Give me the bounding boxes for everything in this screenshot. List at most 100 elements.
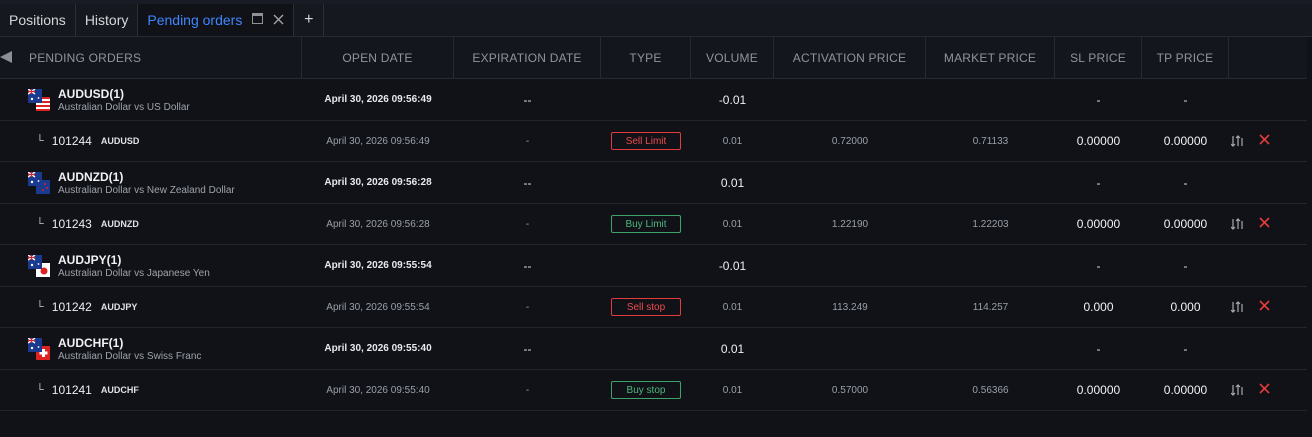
cancel-order-icon[interactable] bbox=[1259, 382, 1270, 398]
group-sl: - bbox=[1096, 258, 1101, 273]
group-volume: 0.01 bbox=[720, 341, 745, 356]
group-open-date: April 30, 2026 09:55:40 bbox=[324, 343, 432, 354]
col-header-open-date[interactable]: OPEN DATE bbox=[302, 37, 454, 78]
group-expiration: -- bbox=[523, 175, 532, 190]
group-volume: -0.01 bbox=[718, 92, 747, 107]
cancel-order-icon[interactable] bbox=[1259, 133, 1270, 149]
order-sl-price[interactable]: 0.00000 bbox=[1077, 134, 1120, 148]
add-tab-button[interactable]: + bbox=[294, 4, 325, 36]
order-activation-price: 1.22190 bbox=[831, 218, 869, 230]
order-symbol: AUDJPY bbox=[100, 302, 138, 312]
tab-history[interactable]: History bbox=[76, 4, 139, 36]
col-header-tp-price[interactable]: TP PRICE bbox=[1142, 37, 1229, 78]
order-sl-price[interactable]: 0.00000 bbox=[1077, 217, 1120, 231]
order-tp-price[interactable]: 0.00000 bbox=[1164, 217, 1207, 231]
group-tp: - bbox=[1183, 175, 1188, 190]
order-row[interactable]: └ 101243 AUDNZD April 30, 2026 09:56:28 - Buy… bbox=[0, 204, 1307, 245]
window-icon[interactable] bbox=[252, 13, 264, 27]
order-type-badge: Buy Limit bbox=[611, 215, 681, 233]
group-tp: - bbox=[1183, 341, 1188, 356]
order-volume: 0.01 bbox=[722, 384, 743, 396]
plus-icon: + bbox=[304, 11, 314, 28]
cancel-order-icon[interactable] bbox=[1259, 216, 1270, 232]
col-header-type[interactable]: TYPE bbox=[601, 37, 691, 78]
group-sl: - bbox=[1096, 341, 1101, 356]
order-open-date: April 30, 2026 09:55:54 bbox=[326, 301, 430, 313]
order-activation-price: 113.249 bbox=[832, 301, 868, 313]
group-symbol: AUDJPY(1) bbox=[58, 252, 122, 267]
order-id: 101243 bbox=[51, 217, 92, 231]
group-open-date: April 30, 2026 09:56:28 bbox=[324, 177, 432, 188]
order-row[interactable]: └ 101241 AUDCHF April 30, 2026 09:55:40 - Buy… bbox=[0, 370, 1307, 411]
group-description: Australian Dollar vs New Zealand Dollar bbox=[58, 184, 235, 196]
order-type-badge: Buy stop bbox=[611, 381, 681, 399]
col-header-activation-price[interactable]: ACTIVATION PRICE bbox=[774, 37, 926, 78]
tab-positions[interactable]: Positions bbox=[0, 4, 76, 36]
jpy-flag-icon bbox=[28, 254, 50, 277]
group-expiration: -- bbox=[523, 258, 532, 273]
tab-pending-orders[interactable]: Pending orders bbox=[138, 4, 295, 36]
order-expiration: - bbox=[525, 301, 530, 313]
order-tp-price[interactable]: 0.00000 bbox=[1164, 383, 1207, 397]
tab-bar: Positions History Pending orders + bbox=[0, 4, 1312, 37]
group-volume: 0.01 bbox=[720, 175, 745, 190]
table-header: PENDING ORDERS OPEN DATE EXPIRATION DATE… bbox=[0, 37, 1307, 79]
group-tp: - bbox=[1183, 258, 1188, 273]
order-volume: 0.01 bbox=[722, 301, 743, 313]
group-sl: - bbox=[1096, 92, 1101, 107]
col-header-actions bbox=[1229, 37, 1307, 78]
order-sl-price[interactable]: 0.00000 bbox=[1077, 383, 1120, 397]
symbol-group-row[interactable]: AUDNZD(1) Australian Dollar vs New Zealan… bbox=[0, 162, 1307, 204]
symbol-group-row[interactable]: AUDCHF(1) Australian Dollar vs Swiss Fran… bbox=[0, 328, 1307, 370]
order-activation-price: 0.57000 bbox=[831, 384, 869, 396]
order-sl-price[interactable]: 0.000 bbox=[1083, 300, 1113, 314]
group-sl: - bbox=[1096, 175, 1101, 190]
group-open-date: April 30, 2026 09:56:49 bbox=[324, 94, 432, 105]
tree-branch-icon: └ bbox=[36, 218, 44, 230]
col-header-pending-orders[interactable]: PENDING ORDERS bbox=[0, 37, 302, 78]
order-market-price: 0.71133 bbox=[972, 135, 1009, 147]
order-row[interactable]: └ 101242 AUDJPY April 30, 2026 09:55:54 - Sel… bbox=[0, 287, 1307, 328]
order-open-date: April 30, 2026 09:55:40 bbox=[326, 384, 430, 396]
col-header-expiration-date[interactable]: EXPIRATION DATE bbox=[454, 37, 601, 78]
tree-branch-icon: └ bbox=[36, 384, 44, 396]
order-tp-price[interactable]: 0.000 bbox=[1170, 300, 1200, 314]
group-description: Australian Dollar vs Japanese Yen bbox=[58, 267, 210, 279]
col-header-sl-price[interactable]: SL PRICE bbox=[1055, 37, 1142, 78]
order-tp-price[interactable]: 0.00000 bbox=[1164, 134, 1207, 148]
close-icon[interactable] bbox=[273, 13, 284, 28]
col-header-market-price[interactable]: MARKET PRICE bbox=[926, 37, 1055, 78]
order-volume: 0.01 bbox=[722, 218, 743, 230]
cancel-order-icon[interactable] bbox=[1259, 299, 1270, 315]
group-symbol: AUDNZD(1) bbox=[58, 169, 124, 184]
order-market-price: 114.257 bbox=[972, 301, 1009, 313]
order-type-badge: Sell stop bbox=[611, 298, 681, 316]
col-header-volume[interactable]: VOLUME bbox=[691, 37, 774, 78]
order-expiration: - bbox=[525, 135, 530, 147]
pending-orders-table: PENDING ORDERS OPEN DATE EXPIRATION DATE… bbox=[0, 37, 1307, 411]
order-symbol: AUDCHF bbox=[100, 385, 139, 395]
modify-order-icon[interactable] bbox=[1231, 217, 1245, 231]
collapse-arrow-icon[interactable] bbox=[0, 51, 12, 63]
group-expiration: -- bbox=[523, 92, 532, 107]
order-id: 101242 bbox=[51, 300, 92, 314]
group-symbol: AUDUSD(1) bbox=[58, 86, 124, 101]
order-row[interactable]: └ 101244 AUDUSD April 30, 2026 09:56:49 - Sel… bbox=[0, 121, 1307, 162]
tab-label: History bbox=[84, 12, 129, 28]
group-description: Australian Dollar vs US Dollar bbox=[58, 101, 190, 113]
symbol-group-row[interactable]: AUDUSD(1) Australian Dollar vs US Dollar A… bbox=[0, 79, 1307, 121]
chf-flag-icon bbox=[28, 337, 50, 360]
group-tp: - bbox=[1183, 92, 1188, 107]
group-volume: -0.01 bbox=[718, 258, 747, 273]
order-symbol: AUDUSD bbox=[100, 136, 140, 146]
usd-flag-icon bbox=[28, 88, 50, 111]
modify-order-icon[interactable] bbox=[1231, 134, 1245, 148]
tree-branch-icon: └ bbox=[36, 301, 44, 313]
symbol-group-row[interactable]: AUDJPY(1) Australian Dollar vs Japanese Y… bbox=[0, 245, 1307, 287]
order-open-date: April 30, 2026 09:56:49 bbox=[326, 135, 430, 147]
modify-order-icon[interactable] bbox=[1231, 383, 1245, 397]
modify-order-icon[interactable] bbox=[1231, 300, 1245, 314]
tab-label: Pending orders bbox=[147, 12, 243, 28]
nzd-flag-icon bbox=[28, 171, 50, 194]
order-type-badge: Sell Limit bbox=[611, 132, 681, 150]
